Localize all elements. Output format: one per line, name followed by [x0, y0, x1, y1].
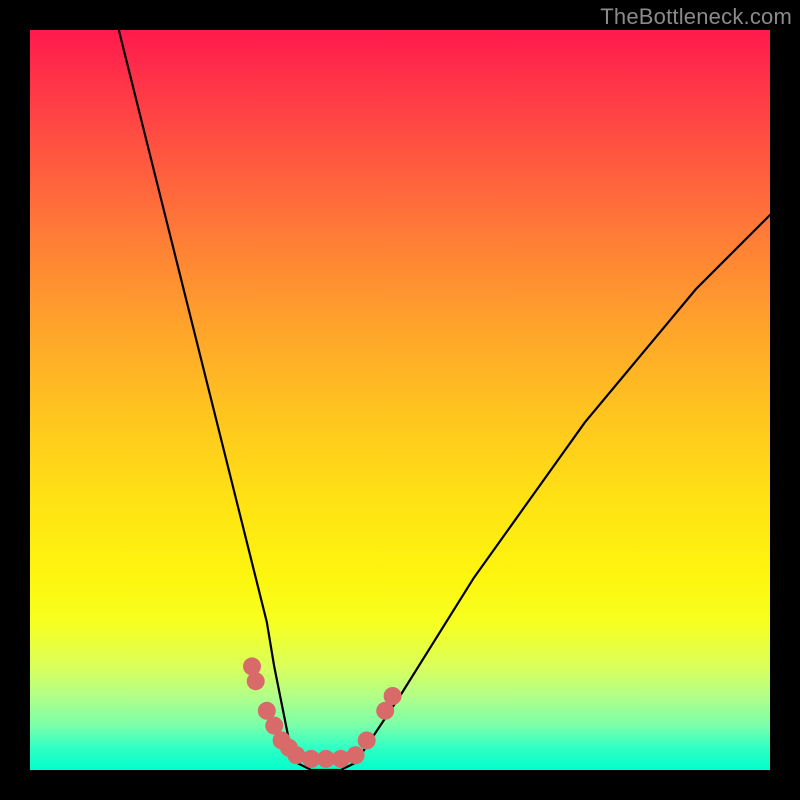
watermark-text: TheBottleneck.com	[600, 4, 792, 30]
marker-dot	[384, 687, 402, 705]
bottleneck-curve-path	[119, 30, 770, 770]
marker-dot	[358, 731, 376, 749]
marker-group	[243, 657, 402, 768]
curve-svg	[30, 30, 770, 770]
marker-dot	[247, 672, 265, 690]
marker-dot	[347, 746, 365, 764]
plot-area	[30, 30, 770, 770]
chart-frame: TheBottleneck.com	[0, 0, 800, 800]
